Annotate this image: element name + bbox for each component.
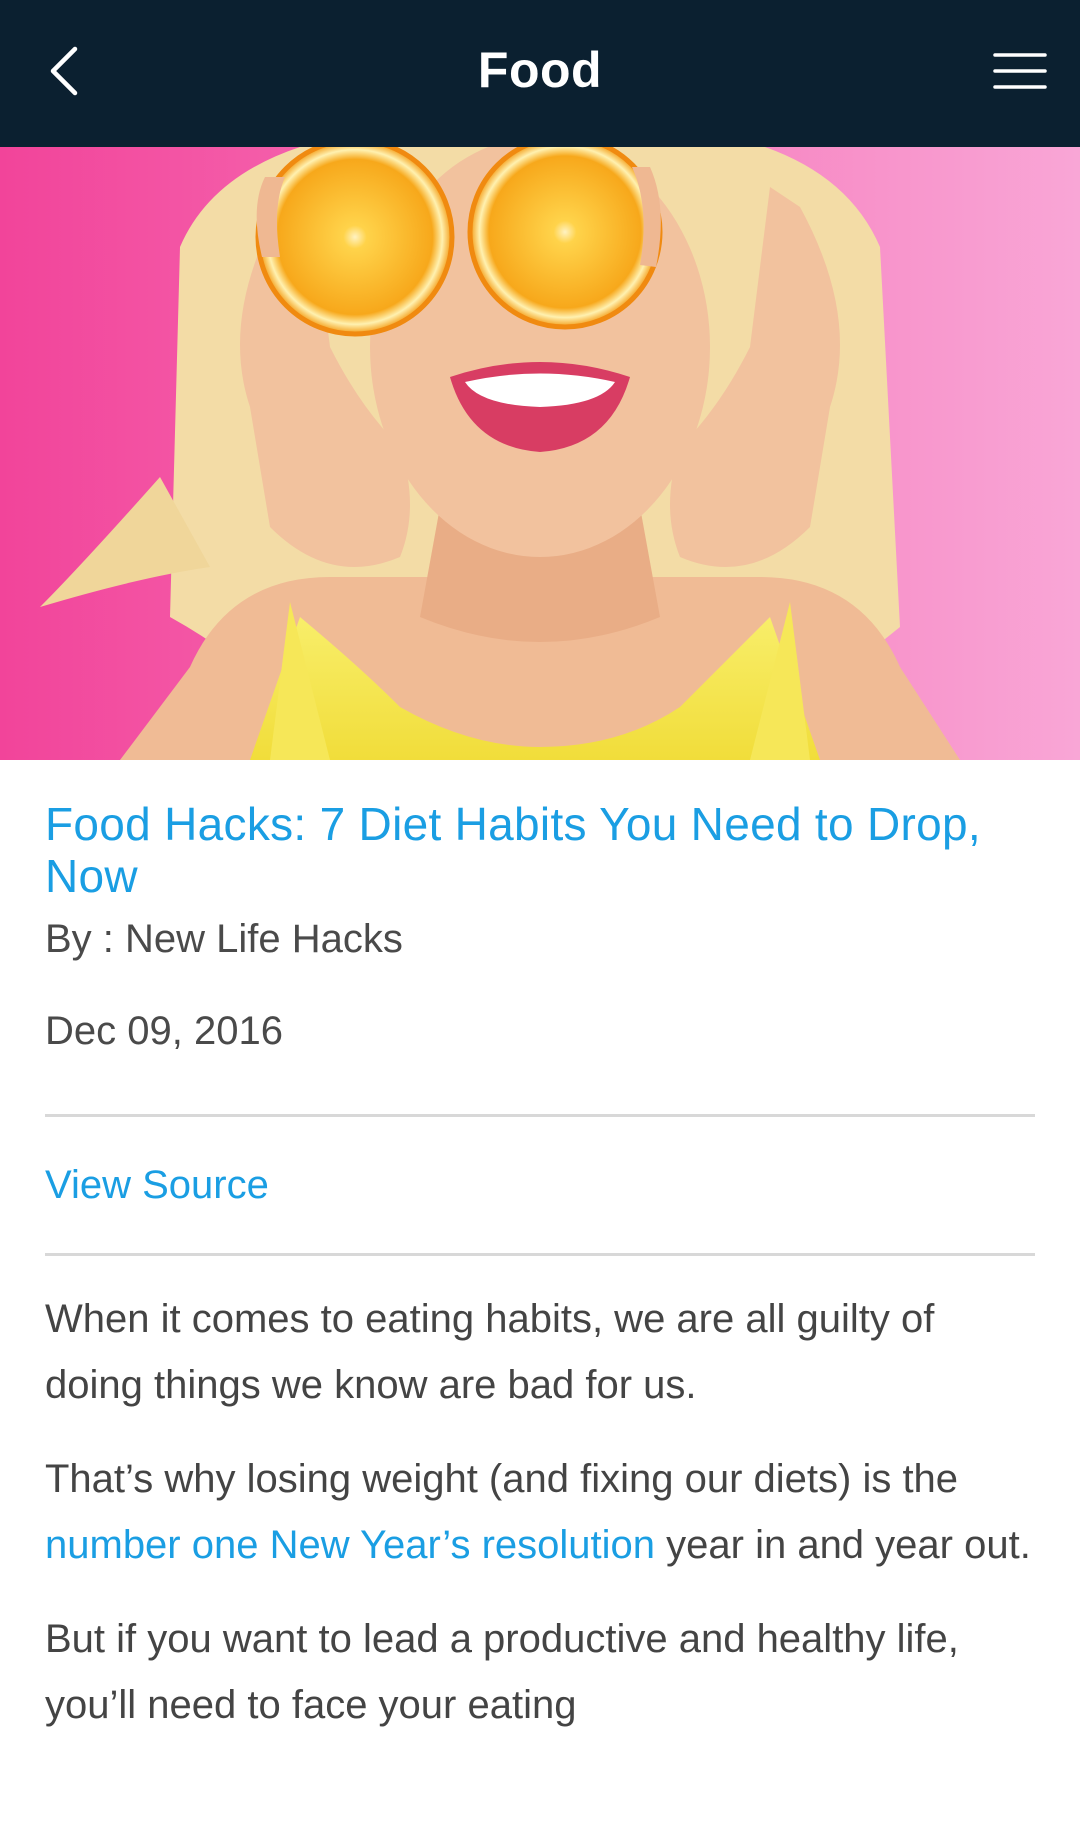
article-byline: By : New Life Hacks [45,917,403,961]
article-title: Food Hacks: 7 Diet Habits You Need to Dr… [45,798,981,902]
top-app-bar: Food [0,0,1080,147]
article-date: Dec 09, 2016 [45,1009,283,1053]
hero-image [0,147,1080,760]
article-content: Food Hacks: 7 Diet Habits You Need to Dr… [45,760,1035,1766]
divider [45,1253,1035,1256]
view-source-link[interactable]: View Source [45,1161,1035,1209]
paragraph-2-text-before: That’s why losing weight (and fixing our… [45,1457,959,1501]
resolution-link[interactable]: number one New Year’s resolution [45,1523,655,1567]
back-button[interactable] [30,38,100,108]
paragraph-2: That’s why losing weight (and fixing our… [45,1446,1035,1578]
paragraph-2-text-after: year in and year out. [655,1523,1031,1567]
chevron-left-icon [45,43,85,104]
app-screen: Food Food Hacks: 7 Diet Habits You Need … [0,0,1080,1832]
divider [45,1114,1035,1117]
menu-button[interactable] [980,38,1060,108]
hamburger-menu-icon [993,51,1047,96]
article-body: When it comes to eating habits, we are a… [45,1286,1035,1738]
hero-image-woman-with-orange-slices-icon [0,147,1080,760]
paragraph-1: When it comes to eating habits, we are a… [45,1297,935,1407]
page-title: Food [477,42,603,98]
paragraph-3: But if you want to lead a productive and… [45,1617,959,1727]
